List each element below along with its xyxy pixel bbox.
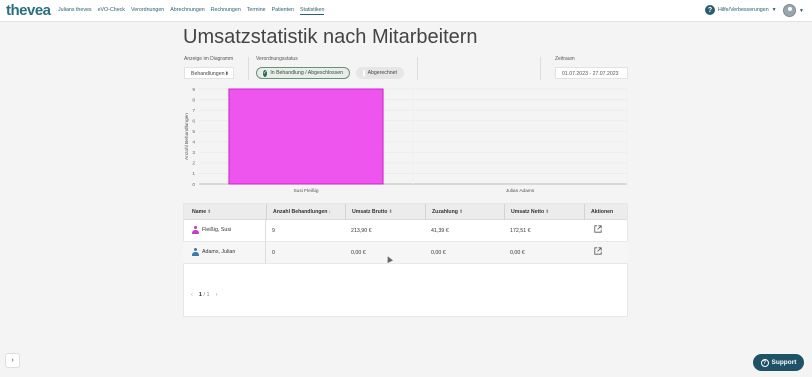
open-external-icon[interactable] [594,247,602,255]
date-range-label: Zeitraum [555,56,575,62]
employee-name-cell: Fleißig, Susi [192,226,231,234]
gross-revenue-cell: 213,90 € [351,228,372,234]
person-icon [192,248,199,256]
chart-bar [228,88,384,185]
help-icon: ? [705,5,715,15]
help-menu[interactable]: ? Hilfe/Verbesserungen ▼ [705,5,777,15]
column-header-name[interactable]: Name⬍ [192,209,212,215]
column-divider[interactable] [345,204,346,220]
status-filter-label: Verordnungsstatus [256,56,298,62]
chevron-right-icon: › [11,357,14,364]
nav-item-abrechnungen[interactable]: Abrechnungen [170,7,204,15]
current-page: 1 [198,292,202,298]
chevron-down-icon: ▼ [771,7,777,13]
net-revenue-cell: 172,51 € [510,228,531,234]
nav-item-patienten[interactable]: Patienten [272,7,294,15]
sort-icon: ⬍ [545,209,550,215]
chevron-left-icon[interactable]: ‹ [191,292,193,298]
y-tick-label: 6 [192,118,195,124]
date-range-input[interactable]: 01.07.2023 - 27.07.2023 [555,67,628,79]
app-logo[interactable]: thevea [6,2,51,19]
nav-item-termine[interactable]: Termine [247,7,266,15]
total-pages: 1 [206,292,210,298]
pagination: ‹ 1 / 1 › [191,292,217,298]
top-navigation-bar: thevea Julians theves eVO-Check Verordnu… [0,0,812,22]
chevron-down-icon[interactable]: ▼ [799,8,804,14]
table-row[interactable]: Fleißig, Susi 9 213,90 € 41,39 € 172,51 … [183,220,628,242]
copay-cell: 41,39 € [431,228,449,234]
y-tick-label: 2 [192,161,195,167]
sort-icon: ⬍ [458,209,464,215]
gross-revenue-cell: 0,00 € [351,250,366,256]
open-external-icon[interactable] [594,225,602,233]
divider [540,57,541,80]
table-header: Name⬍ Anzahl Behandlungen↓ Umsatz Brutto… [184,204,627,220]
page-title: Umsatzstatistik nach Mitarbeitern [183,26,478,48]
y-tick-label: 1 [192,171,195,177]
diagram-select[interactable]: Behandlungen ⬍ [184,67,234,79]
column-header-actions: Aktionen [591,209,614,215]
status-toggle-billed-label: Abgerechnet [367,70,397,76]
y-tick-label: 4 [192,140,195,146]
table-row[interactable]: Adams, Julian 0 0,00 € 0,00 € 0,00 € [183,242,628,264]
treatment-count-cell: 0 [272,250,275,256]
column-divider[interactable] [425,204,426,220]
column-header-count[interactable]: Anzahl Behandlungen↓ [273,209,331,215]
question-icon: ? [760,358,769,367]
select-arrows-icon: ⬍ [224,71,229,77]
divider [417,57,418,80]
x-tick-label: Julian Adams [506,188,535,194]
expand-sidebar-button[interactable]: › [5,353,20,368]
y-tick-label: 3 [192,150,195,156]
y-tick-label: 7 [192,108,195,114]
status-toggle-in-treatment[interactable]: ✓ In Behandlung / Abgeschlossen [256,67,350,79]
status-toggle-in-treatment-label: In Behandlung / Abgeschlossen [270,70,343,76]
y-tick-label: 0 [192,182,195,188]
nav-item-statistiken[interactable]: Statistiken [300,7,325,15]
y-tick-label: 8 [192,97,195,103]
x-tick-label: Susi Fleißig [293,188,318,194]
column-divider [265,220,266,264]
support-button[interactable]: ? Support [753,354,804,371]
revenue-bar-chart: 0 1 2 3 4 5 6 7 8 9 Anzahl Behandlungen Susi Fleißi… [184,87,628,194]
nav-item-evo-check[interactable]: eVO-Check [98,7,125,15]
column-header-copay[interactable]: Zuzahlung⬍ [432,209,463,215]
user-avatar[interactable] [783,4,796,17]
check-icon: ✓ [263,69,268,77]
column-header-net[interactable]: Umsatz Netto⬍ [511,209,550,215]
y-tick-label: 5 [192,129,195,135]
person-icon [192,226,199,234]
sort-icon: ⬍ [388,209,393,215]
page-separator: / [203,292,205,298]
main-nav: Julians theves eVO-Check Verordnungen Ab… [58,7,325,15]
sort-icon: ⬍ [207,209,212,215]
diagram-filter-label: Anzeige im Diagramm [184,56,234,62]
employee-name-cell: Adams, Julian [192,248,235,256]
column-divider [584,204,585,220]
copay-cell: 0,00 € [431,250,446,256]
y-tick-label: 9 [192,87,195,93]
column-header-gross[interactable]: Umsatz Brutto⬍ [352,209,393,215]
nav-item-verordnungen[interactable]: Verordnungen [131,7,164,15]
treatment-count-cell: 9 [272,228,275,234]
diagram-select-value: Behandlungen [191,71,225,77]
nav-item-rechnungen[interactable]: Rechnungen [211,7,241,15]
sort-desc-icon: ↓ [328,209,332,215]
y-axis-label: Anzahl Behandlungen [184,113,190,160]
chevron-right-icon[interactable]: › [216,292,218,298]
divider [248,57,249,80]
date-range-value: 01.07.2023 - 27.07.2023 [562,71,619,77]
support-label: Support [771,359,797,366]
help-label: Hilfe/Verbesserungen [718,7,769,13]
column-divider[interactable] [504,204,505,220]
nav-item-practice[interactable]: Julians theves [58,7,92,15]
net-revenue-cell: 0,00 € [510,250,525,256]
column-divider[interactable] [266,204,267,220]
toggle-off-icon [363,69,365,77]
status-toggle-billed[interactable]: Abgerechnet [356,67,404,79]
